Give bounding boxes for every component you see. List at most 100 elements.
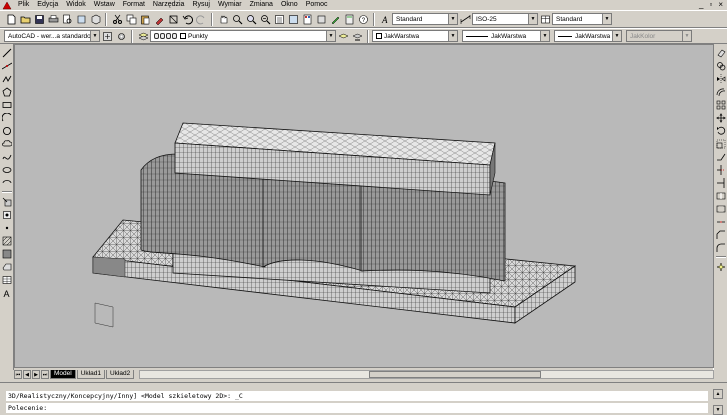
table-icon[interactable] [1, 274, 12, 285]
pan-icon[interactable] [217, 13, 229, 25]
layer-previous-icon[interactable] [351, 30, 363, 42]
explode-icon[interactable] [715, 261, 726, 272]
publish-icon[interactable] [75, 13, 87, 25]
properties-icon[interactable] [273, 13, 285, 25]
table-style-icon[interactable] [539, 13, 551, 25]
chamfer-icon[interactable] [715, 229, 726, 240]
table-style-select[interactable]: Standard ▼ [552, 13, 612, 25]
offset-icon[interactable] [715, 86, 726, 97]
menu-dimension[interactable]: Wymiar [214, 0, 246, 10]
cut-icon[interactable] [111, 13, 123, 25]
extend-icon[interactable] [715, 177, 726, 188]
circle-icon[interactable] [1, 125, 12, 136]
make-block-icon[interactable] [1, 209, 12, 220]
revision-cloud-icon[interactable] [1, 138, 12, 149]
first-tab-icon[interactable]: ⏮ [14, 370, 22, 379]
prev-tab-icon[interactable]: ◀ [23, 370, 31, 379]
arc-icon[interactable] [1, 112, 12, 123]
dim-style-icon[interactable] [459, 13, 471, 25]
menu-draw[interactable]: Rysuj [188, 0, 214, 10]
plot-icon[interactable] [47, 13, 59, 25]
command-prompt[interactable]: Polecenie: [6, 403, 708, 413]
tool-palettes-icon[interactable] [301, 13, 313, 25]
point-icon[interactable] [1, 222, 12, 233]
menu-file[interactable]: Plik [14, 0, 33, 10]
scrollbar-thumb[interactable] [369, 371, 542, 378]
command-scrollbar[interactable]: ▲ ▼ [713, 389, 725, 415]
redo-icon[interactable] [195, 13, 207, 25]
ellipse-icon[interactable] [1, 164, 12, 175]
gradient-icon[interactable] [1, 248, 12, 259]
text-style-icon[interactable]: A [379, 13, 391, 25]
plot-preview-icon[interactable] [61, 13, 73, 25]
erase-icon[interactable] [715, 47, 726, 58]
make-object-layer-current-icon[interactable] [337, 30, 349, 42]
match-properties-icon[interactable] [153, 13, 165, 25]
markup-icon[interactable] [329, 13, 341, 25]
trim-icon[interactable] [715, 164, 726, 175]
autocad-logo-icon[interactable] [2, 0, 12, 10]
paste-icon[interactable] [139, 13, 151, 25]
copy-icon[interactable] [125, 13, 137, 25]
workspace-settings-icon[interactable] [101, 30, 113, 42]
tab-layout1[interactable]: Układ1 [76, 370, 105, 379]
menu-insert[interactable]: Wstaw [90, 0, 119, 10]
design-center-icon[interactable] [287, 13, 299, 25]
horizontal-scrollbar[interactable] [139, 370, 714, 379]
3d-dwf-icon[interactable] [89, 13, 101, 25]
linetype-select[interactable]: JakWarstwa ▼ [462, 30, 550, 42]
region-icon[interactable] [1, 261, 12, 272]
layer-manager-icon[interactable] [137, 30, 149, 42]
scale-icon[interactable] [715, 138, 726, 149]
calculator-icon[interactable] [343, 13, 355, 25]
menu-view[interactable]: Widok [62, 0, 89, 10]
construction-line-icon[interactable] [1, 60, 12, 71]
next-tab-icon[interactable]: ▶ [32, 370, 40, 379]
lineweight-select[interactable]: JakWarstwa ▼ [554, 30, 622, 42]
text-style-select[interactable]: Standard ▼ [392, 13, 458, 25]
dim-style-select[interactable]: ISO-25 ▼ [472, 13, 538, 25]
menu-edit[interactable]: Edycja [33, 0, 62, 10]
tab-layout2[interactable]: Układ2 [105, 370, 135, 379]
ellipse-arc-icon[interactable] [1, 177, 12, 188]
copy-icon[interactable] [715, 60, 726, 71]
insert-block-icon[interactable] [1, 196, 12, 207]
spline-icon[interactable] [1, 151, 12, 162]
tab-model[interactable]: Model [50, 370, 76, 379]
mirror-icon[interactable] [715, 73, 726, 84]
polygon-icon[interactable] [1, 86, 12, 97]
break-at-point-icon[interactable] [715, 190, 726, 201]
color-select[interactable]: JakWarstwa ▼ [372, 30, 458, 42]
menu-help[interactable]: Pomoc [302, 0, 332, 10]
restore-button[interactable]: ▫ [709, 0, 712, 10]
hatch-icon[interactable] [1, 235, 12, 246]
join-icon[interactable] [715, 216, 726, 227]
move-icon[interactable] [715, 112, 726, 123]
array-icon[interactable] [715, 99, 726, 110]
zoom-previous-icon[interactable] [259, 13, 271, 25]
close-button[interactable]: × [718, 0, 723, 10]
menu-modify[interactable]: Zmiana [246, 0, 277, 10]
undo-icon[interactable] [181, 13, 193, 25]
zoom-realtime-icon[interactable] [231, 13, 243, 25]
multiline-text-icon[interactable]: A [1, 287, 12, 298]
workspace-select[interactable]: AutoCAD - wer...a standardowy ▼ [4, 30, 100, 42]
save-icon[interactable] [33, 13, 45, 25]
stretch-icon[interactable] [715, 151, 726, 162]
line-icon[interactable] [1, 47, 12, 58]
minimize-button[interactable]: _ [699, 0, 703, 10]
sheet-set-icon[interactable] [315, 13, 327, 25]
scroll-up-icon[interactable]: ▲ [713, 389, 723, 399]
gear-icon[interactable] [115, 30, 127, 42]
rotate-icon[interactable] [715, 125, 726, 136]
polyline-icon[interactable] [1, 73, 12, 84]
menu-tools[interactable]: Narzędzia [149, 0, 189, 10]
menu-format[interactable]: Format [119, 0, 149, 10]
help-icon[interactable]: ? [357, 13, 369, 25]
zoom-window-icon[interactable] [245, 13, 257, 25]
layer-select[interactable]: Punkty ▼ [150, 30, 336, 42]
fillet-icon[interactable] [715, 242, 726, 253]
last-tab-icon[interactable]: ⏭ [41, 370, 49, 379]
menu-window[interactable]: Okno [277, 0, 302, 10]
drawing-viewport[interactable] [14, 44, 714, 368]
